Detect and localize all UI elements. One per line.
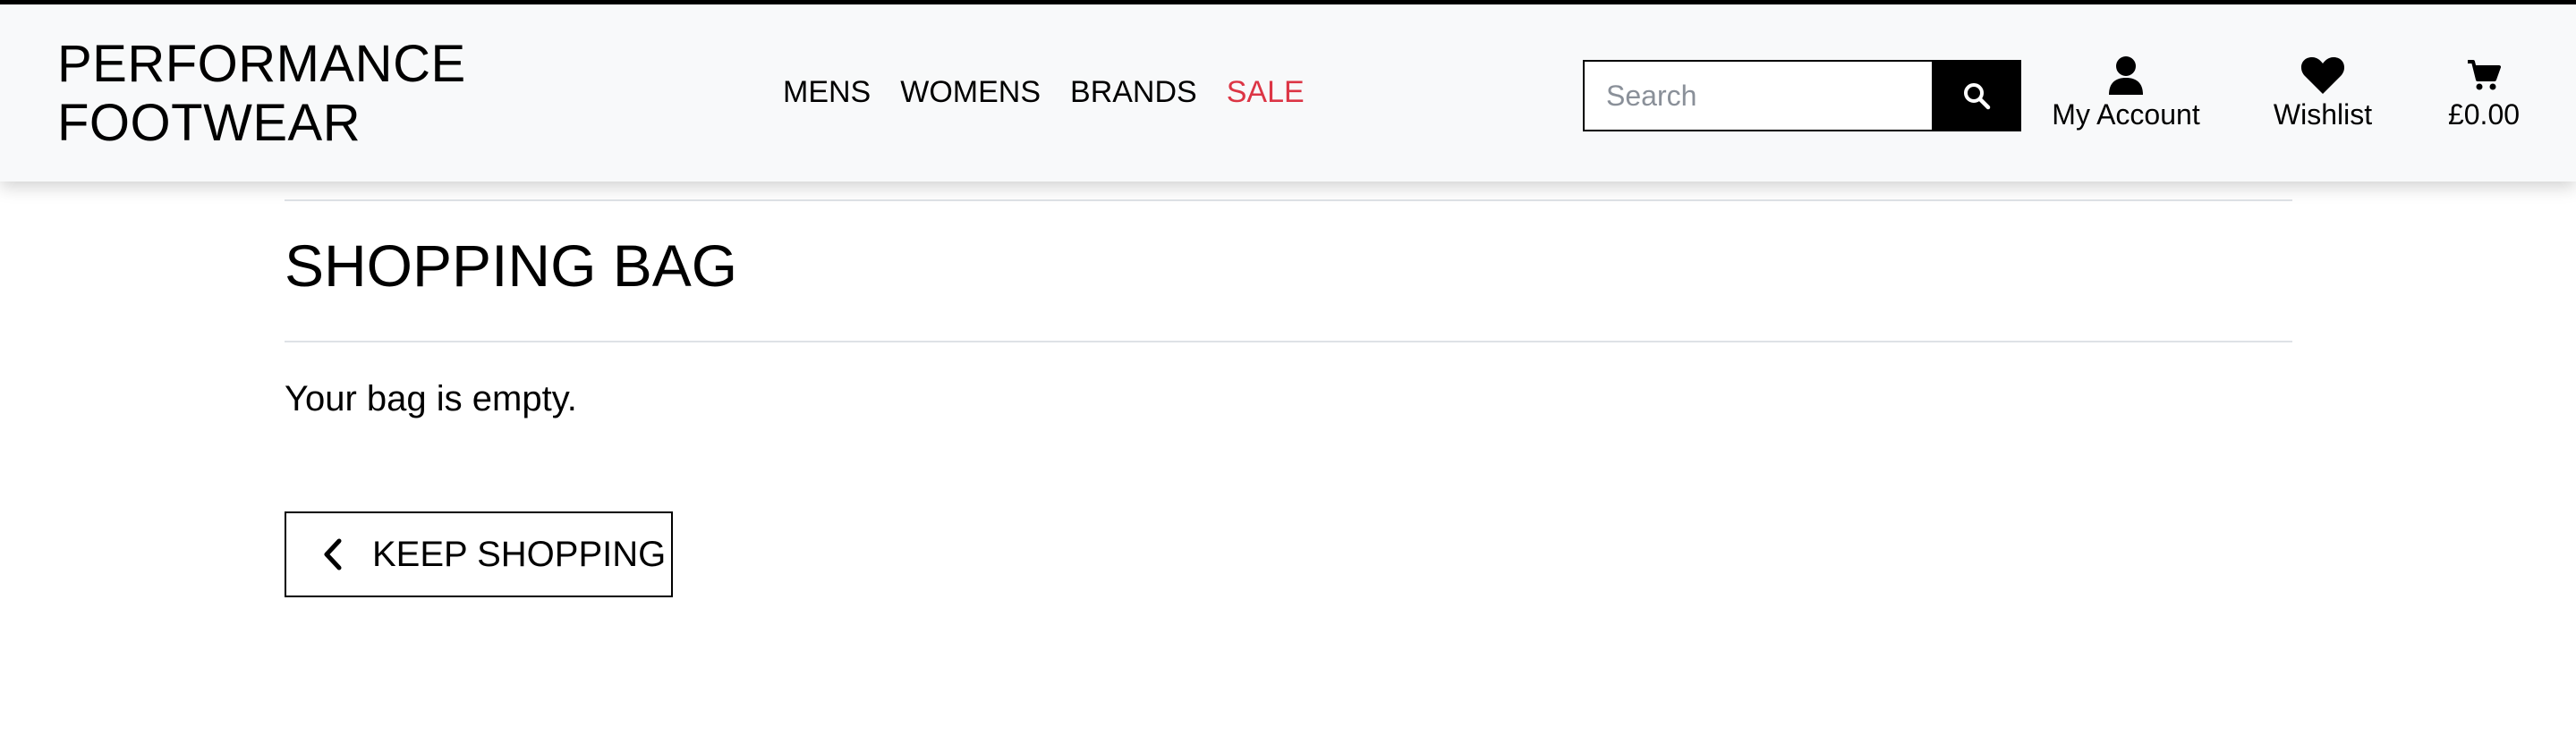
search-icon [1962, 81, 1991, 110]
heart-icon [2300, 55, 2345, 96]
site-header: PERFORMANCE FOOTWEAR MENS WOMENS BRANDS … [0, 4, 2576, 182]
logo-line-2: FOOTWEAR [57, 94, 361, 152]
nav-item-brands[interactable]: BRANDS [1070, 74, 1197, 110]
divider [285, 341, 2292, 342]
site-logo[interactable]: PERFORMANCE FOOTWEAR [57, 35, 466, 153]
main-nav: MENS WOMENS BRANDS SALE [783, 74, 1305, 110]
wishlist-link[interactable]: Wishlist [2267, 55, 2378, 131]
keep-shopping-button[interactable]: KEEP SHOPPING [285, 511, 673, 597]
page-title: SHOPPING BAG [285, 232, 738, 299]
chevron-left-icon [322, 538, 349, 570]
nav-item-mens[interactable]: MENS [783, 74, 871, 110]
empty-bag-message: Your bag is empty. [285, 379, 577, 418]
shopping-cart-icon [2467, 55, 2501, 96]
my-account-link[interactable]: My Account [2047, 55, 2205, 131]
nav-item-womens[interactable]: WOMENS [900, 74, 1041, 110]
nav-item-sale[interactable]: SALE [1227, 74, 1305, 110]
search-input[interactable] [1583, 60, 1932, 131]
keep-shopping-label: KEEP SHOPPING [372, 535, 667, 574]
shopping-bag-link[interactable]: £0.00 [2436, 55, 2532, 131]
bag-total: £0.00 [2447, 98, 2521, 131]
wishlist-label: Wishlist [2273, 98, 2373, 131]
search-button[interactable] [1932, 60, 2021, 131]
user-icon [2108, 55, 2144, 96]
search-form [1583, 60, 2021, 131]
divider [285, 199, 2292, 201]
logo-line-1: PERFORMANCE [57, 35, 466, 93]
my-account-label: My Account [2052, 98, 2200, 131]
